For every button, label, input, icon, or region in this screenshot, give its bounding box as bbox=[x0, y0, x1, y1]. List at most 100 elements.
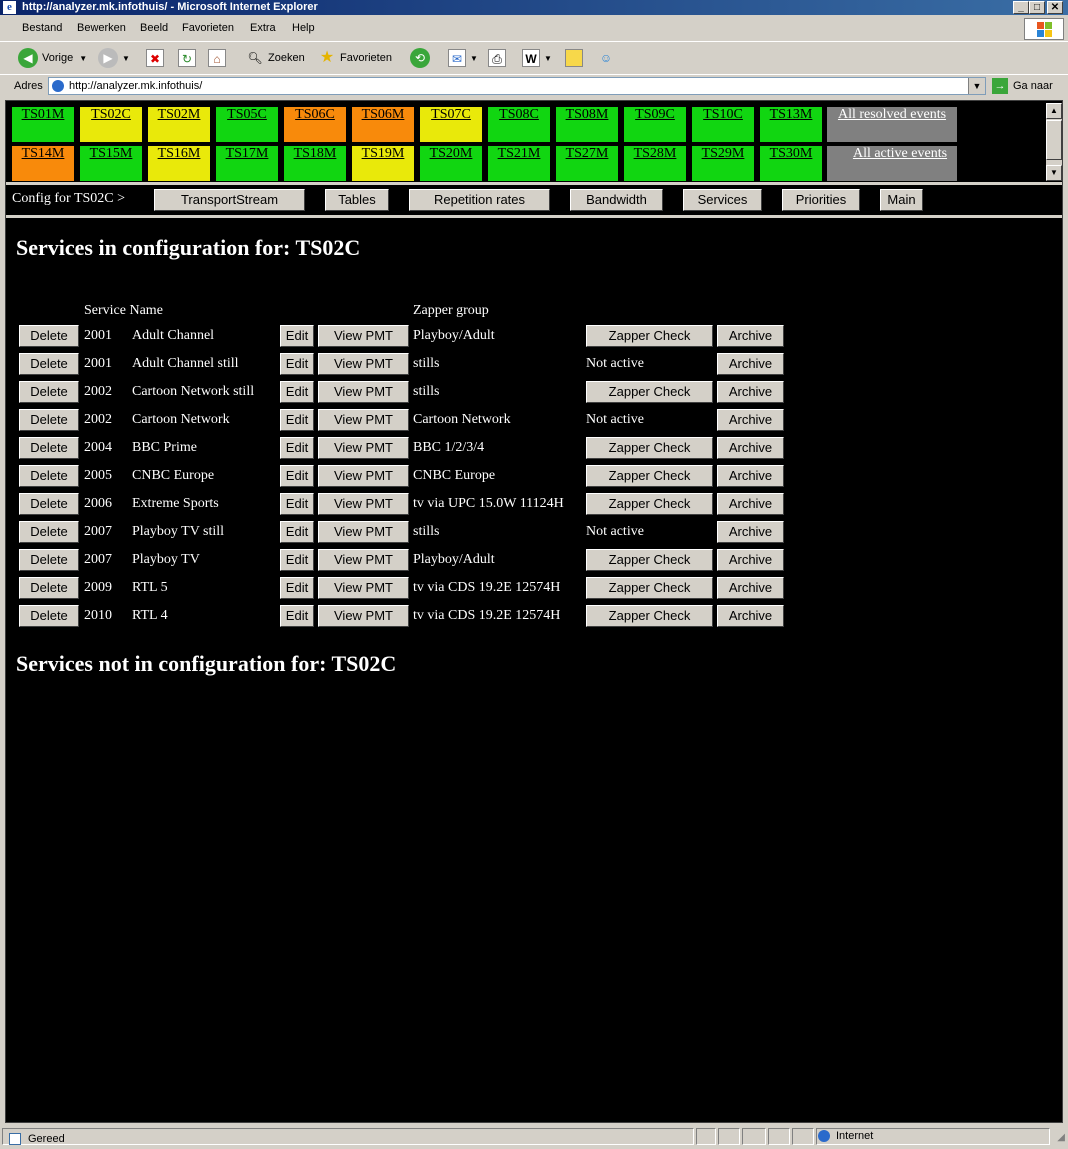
menu-bewerken[interactable]: Bewerken bbox=[77, 22, 126, 34]
delete-button[interactable]: Delete bbox=[19, 325, 79, 347]
resize-grip-icon[interactable]: ◢ bbox=[1057, 1132, 1065, 1143]
view-pmt-button[interactable]: View PMT bbox=[318, 493, 409, 515]
zapper-check-button[interactable]: Zapper Check bbox=[586, 437, 713, 459]
ts-link-ts08c[interactable]: TS08C bbox=[488, 107, 550, 142]
edit-button[interactable]: Edit bbox=[280, 437, 314, 459]
chevron-down-icon[interactable]: ▼ bbox=[544, 54, 552, 63]
frame-scrollbar[interactable]: ▲ ▼ bbox=[1046, 103, 1062, 181]
view-pmt-button[interactable]: View PMT bbox=[318, 437, 409, 459]
chevron-down-icon[interactable]: ▼ bbox=[122, 54, 130, 63]
zapper-check-button[interactable]: Zapper Check bbox=[586, 381, 713, 403]
nav-transportstream-button[interactable]: TransportStream bbox=[154, 189, 305, 211]
delete-button[interactable]: Delete bbox=[19, 493, 79, 515]
view-pmt-button[interactable]: View PMT bbox=[318, 353, 409, 375]
notes-button[interactable] bbox=[565, 48, 587, 68]
print-button[interactable]: ⎙ bbox=[488, 48, 510, 68]
menu-bestand[interactable]: Bestand bbox=[22, 22, 62, 34]
favorites-button[interactable]: ★ Favorieten bbox=[318, 48, 392, 68]
menu-help[interactable]: Help bbox=[292, 22, 315, 34]
view-pmt-button[interactable]: View PMT bbox=[318, 409, 409, 431]
ts-link-ts13m[interactable]: TS13M bbox=[760, 107, 822, 142]
menu-beeld[interactable]: Beeld bbox=[140, 22, 168, 34]
forward-button[interactable]: ▶ ▼ bbox=[98, 48, 130, 68]
archive-button[interactable]: Archive bbox=[717, 325, 784, 347]
back-button[interactable]: ◀ Vorige ▼ bbox=[18, 48, 87, 68]
view-pmt-button[interactable]: View PMT bbox=[318, 465, 409, 487]
archive-button[interactable]: Archive bbox=[717, 549, 784, 571]
archive-button[interactable]: Archive bbox=[717, 353, 784, 375]
ts-link-ts21m[interactable]: TS21M bbox=[488, 146, 550, 181]
edit-button[interactable]: Edit bbox=[280, 409, 314, 431]
archive-button[interactable]: Archive bbox=[717, 381, 784, 403]
menu-favorieten[interactable]: Favorieten bbox=[182, 22, 234, 34]
maximize-icon[interactable]: □ bbox=[1029, 1, 1045, 14]
view-pmt-button[interactable]: View PMT bbox=[318, 605, 409, 627]
nav-bandwidth-button[interactable]: Bandwidth bbox=[570, 189, 663, 211]
edit-word-button[interactable]: W ▼ bbox=[522, 48, 552, 68]
ts-link-ts02c[interactable]: TS02C bbox=[80, 107, 142, 142]
ts-link-ts16m[interactable]: TS16M bbox=[148, 146, 210, 181]
home-button[interactable]: ⌂ bbox=[208, 48, 230, 68]
zapper-check-button[interactable]: Zapper Check bbox=[586, 465, 713, 487]
edit-button[interactable]: Edit bbox=[280, 353, 314, 375]
ts-link-ts20m[interactable]: TS20M bbox=[420, 146, 482, 181]
messenger-button[interactable]: ☺ bbox=[597, 48, 619, 68]
archive-button[interactable]: Archive bbox=[717, 465, 784, 487]
ts-link-ts15m[interactable]: TS15M bbox=[80, 146, 142, 181]
refresh-button[interactable]: ↻ bbox=[178, 48, 200, 68]
stop-button[interactable]: ✖ bbox=[146, 48, 168, 68]
archive-button[interactable]: Archive bbox=[717, 409, 784, 431]
scroll-thumb[interactable] bbox=[1046, 120, 1062, 160]
scroll-up-icon[interactable]: ▲ bbox=[1046, 103, 1062, 119]
edit-button[interactable]: Edit bbox=[280, 325, 314, 347]
ts-link-ts27m[interactable]: TS27M bbox=[556, 146, 618, 181]
delete-button[interactable]: Delete bbox=[19, 437, 79, 459]
address-input[interactable]: http://analyzer.mk.infothuis/ ▼ bbox=[48, 77, 986, 95]
minimize-icon[interactable]: _ bbox=[1013, 1, 1029, 14]
view-pmt-button[interactable]: View PMT bbox=[318, 577, 409, 599]
nav-tables-button[interactable]: Tables bbox=[325, 189, 389, 211]
view-pmt-button[interactable]: View PMT bbox=[318, 325, 409, 347]
nav-main-button[interactable]: Main bbox=[880, 189, 923, 211]
all-active-events-link[interactable]: All active events bbox=[827, 146, 957, 181]
chevron-down-icon[interactable]: ▼ bbox=[470, 54, 478, 63]
ts-link-ts10c[interactable]: TS10C bbox=[692, 107, 754, 142]
ts-link-ts14m[interactable]: TS14M bbox=[12, 146, 74, 181]
search-button[interactable]: 🔍︎ Zoeken bbox=[246, 48, 304, 68]
scroll-down-icon[interactable]: ▼ bbox=[1046, 165, 1062, 181]
ts-link-ts06m[interactable]: TS06M bbox=[352, 107, 414, 142]
zapper-check-button[interactable]: Zapper Check bbox=[586, 493, 713, 515]
delete-button[interactable]: Delete bbox=[19, 577, 79, 599]
delete-button[interactable]: Delete bbox=[19, 465, 79, 487]
nav-repetition-rates-button[interactable]: Repetition rates bbox=[409, 189, 550, 211]
delete-button[interactable]: Delete bbox=[19, 549, 79, 571]
menu-extra[interactable]: Extra bbox=[250, 22, 276, 34]
view-pmt-button[interactable]: View PMT bbox=[318, 521, 409, 543]
zapper-check-button[interactable]: Zapper Check bbox=[586, 549, 713, 571]
mail-button[interactable]: ✉ ▼ bbox=[448, 48, 478, 68]
ts-link-ts09c[interactable]: TS09C bbox=[624, 107, 686, 142]
zapper-check-button[interactable]: Zapper Check bbox=[586, 605, 713, 627]
edit-button[interactable]: Edit bbox=[280, 465, 314, 487]
ts-link-ts30m[interactable]: TS30M bbox=[760, 146, 822, 181]
edit-button[interactable]: Edit bbox=[280, 493, 314, 515]
ts-link-ts29m[interactable]: TS29M bbox=[692, 146, 754, 181]
edit-button[interactable]: Edit bbox=[280, 549, 314, 571]
delete-button[interactable]: Delete bbox=[19, 353, 79, 375]
chevron-down-icon[interactable]: ▼ bbox=[79, 54, 87, 63]
delete-button[interactable]: Delete bbox=[19, 605, 79, 627]
edit-button[interactable]: Edit bbox=[280, 521, 314, 543]
zapper-check-button[interactable]: Zapper Check bbox=[586, 325, 713, 347]
ts-link-ts17m[interactable]: TS17M bbox=[216, 146, 278, 181]
chevron-down-icon[interactable]: ▼ bbox=[968, 78, 985, 94]
ts-link-ts07c[interactable]: TS07C bbox=[420, 107, 482, 142]
ts-link-ts18m[interactable]: TS18M bbox=[284, 146, 346, 181]
delete-button[interactable]: Delete bbox=[19, 381, 79, 403]
ts-link-ts05c[interactable]: TS05C bbox=[216, 107, 278, 142]
ts-link-ts28m[interactable]: TS28M bbox=[624, 146, 686, 181]
zapper-check-button[interactable]: Zapper Check bbox=[586, 577, 713, 599]
edit-button[interactable]: Edit bbox=[280, 577, 314, 599]
close-icon[interactable]: ✕ bbox=[1047, 1, 1063, 14]
archive-button[interactable]: Archive bbox=[717, 521, 784, 543]
archive-button[interactable]: Archive bbox=[717, 493, 784, 515]
